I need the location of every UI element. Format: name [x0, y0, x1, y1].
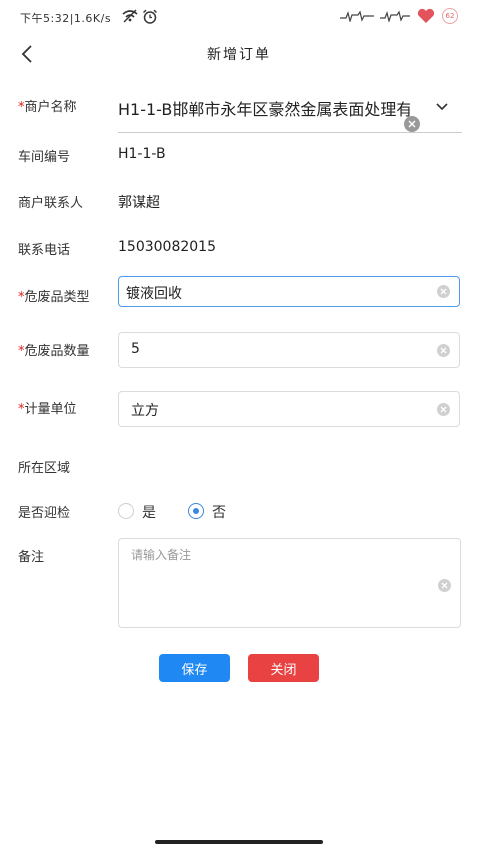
chevron-down-icon[interactable] [434, 100, 450, 114]
unit-value: 立方 [131, 403, 159, 419]
phone-value: 15030082015 [118, 239, 216, 255]
contact-person-value: 郭谋超 [118, 195, 160, 211]
waste-type-label: *危废品类型 [18, 290, 90, 305]
clear-merchant-icon[interactable] [404, 116, 420, 132]
workshop-no-label: 车间编号 [18, 150, 71, 165]
unit-field[interactable]: 立方 [118, 391, 460, 427]
remark-label: 备注 [18, 550, 45, 565]
contact-person-label: 商户联系人 [18, 196, 84, 211]
phone-label: 联系电话 [18, 243, 71, 258]
region-label: 所在区域 [18, 461, 71, 476]
signal-icon-2 [380, 10, 410, 22]
wifi-off-icon [122, 9, 138, 23]
waste-quantity-field[interactable]: 5 [118, 332, 460, 368]
close-button[interactable]: 关闭 [248, 654, 319, 682]
waste-type-field[interactable]: 镀液回收 [118, 276, 460, 307]
status-bar: 下午5:32|1.6K/s 62 [0, 0, 478, 34]
radio-no-label[interactable]: 否 [212, 502, 226, 522]
unit-label: *计量单位 [18, 402, 77, 417]
clear-waste-quantity-icon[interactable] [437, 344, 450, 357]
nav-bar: 新增订单 [0, 34, 478, 74]
remark-placeholder: 请输入备注 [131, 548, 192, 562]
radio-yes[interactable] [118, 503, 134, 519]
radio-yes-label[interactable]: 是 [142, 502, 156, 522]
radio-no[interactable] [188, 503, 204, 519]
home-indicator[interactable] [155, 840, 323, 844]
heart-icon [417, 8, 435, 23]
waste-type-value: 镀液回收 [126, 286, 182, 302]
save-button[interactable]: 保存 [159, 654, 230, 682]
page-title: 新增订单 [207, 47, 271, 63]
signal-icon [340, 10, 374, 22]
merchant-name-label: *商户名称 [18, 100, 77, 115]
merchant-select[interactable]: H1-1-B邯郸市永年区豪然金属表面处理有限公司 [118, 88, 462, 133]
clear-remark-icon[interactable] [438, 579, 451, 592]
merchant-select-value: H1-1-B邯郸市永年区豪然金属表面处理有限公司 [118, 100, 410, 119]
inspection-label: 是否迎检 [18, 506, 71, 521]
clear-unit-icon[interactable] [437, 403, 450, 416]
waste-quantity-value: 5 [131, 341, 140, 357]
clear-waste-type-icon[interactable] [437, 285, 450, 298]
battery-level: 62 [442, 8, 458, 24]
order-form: *商户名称 H1-1-B邯郸市永年区豪然金属表面处理有限公司 车间编号 H1-1… [0, 74, 478, 834]
status-time: 下午5:32|1.6K/s [20, 12, 112, 25]
alarm-icon [143, 9, 157, 24]
workshop-no-value: H1-1-B [118, 146, 166, 162]
waste-quantity-label: *危废品数量 [18, 344, 90, 359]
remark-textarea[interactable]: 请输入备注 [118, 538, 461, 628]
